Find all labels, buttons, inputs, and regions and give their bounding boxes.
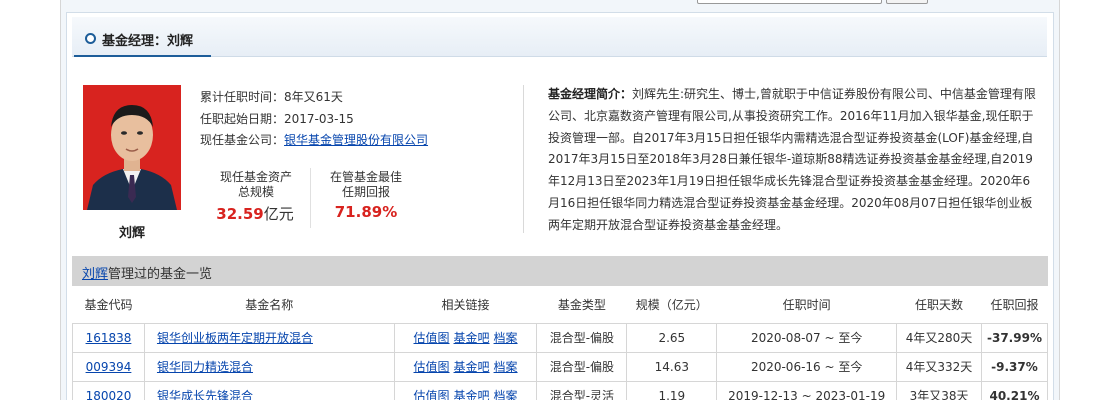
fund-code-link[interactable]: 161838	[86, 331, 132, 345]
manager-bio: 基金经理简介：刘辉先生:研究生、博士,曾就职于中信证券股份有限公司、中信基金管理…	[548, 84, 1040, 237]
tenure-days: 4年又332天	[896, 351, 982, 382]
tenure-row: 累计任职时间：8年又61天	[200, 88, 343, 105]
bio-text: 刘辉先生:研究生、博士,曾就职于中信证券股份有限公司、中信基金管理有限公司、北京…	[548, 87, 1036, 232]
aum-label-line1: 现任基金资产	[219, 170, 292, 184]
fund-size: 14.63	[626, 351, 718, 382]
fund-list-header-bar	[72, 256, 1048, 286]
column-header: 相关链接	[394, 287, 537, 323]
fund-type: 混合型-灵活	[536, 380, 628, 400]
bio-label: 基金经理简介：	[548, 87, 633, 101]
column-header: 基金类型	[536, 287, 627, 323]
column-header: 规模（亿元）	[626, 287, 717, 323]
aum-unit: 亿元	[263, 205, 294, 223]
fund-profile-link[interactable]: 档案	[494, 389, 518, 400]
valuation-chart-link[interactable]: 估值图	[414, 389, 450, 400]
tenure-period: 2019-12-13 ~ 2023-01-19	[716, 380, 898, 400]
manager-name-link[interactable]: 刘辉	[82, 267, 108, 282]
start-date-value: 2017-03-15	[284, 112, 354, 126]
fund-code-link[interactable]: 009394	[86, 360, 132, 374]
fund-type: 混合型-偏股	[536, 351, 628, 382]
column-header: 基金代码	[72, 287, 145, 323]
best-return-value: 71.89%	[334, 203, 398, 221]
fund-list-title: 刘辉管理过的基金一览	[82, 263, 212, 282]
column-header: 任职回报	[981, 287, 1048, 323]
fund-name-link[interactable]: 银华成长先锋混合	[157, 389, 253, 400]
table-row: 180020 银华成长先锋混合 估值图 基金吧 档案 混合型-灵活 1.19 201…	[72, 380, 1049, 400]
tenure-return: -37.99%	[980, 322, 1049, 353]
valuation-chart-link[interactable]: 估值图	[414, 331, 450, 345]
panel-header	[72, 17, 1047, 57]
company-link[interactable]: 银华基金管理股份有限公司	[284, 133, 428, 147]
top-search-input[interactable]	[697, 0, 882, 4]
aum-label-line2: 总规模	[237, 185, 274, 199]
fund-size: 2.65	[626, 322, 718, 353]
page-title: 基金经理：刘辉	[102, 34, 194, 49]
vertical-divider	[523, 85, 524, 233]
fund-type: 混合型-偏股	[536, 322, 628, 353]
title-underline	[74, 55, 211, 57]
fund-name-link[interactable]: 银华创业板两年定期开放混合	[157, 331, 313, 345]
fund-table: 基金代码 基金名称 相关链接 基金类型 规模（亿元） 任职时间 任职天数 任职回…	[72, 287, 1049, 400]
fund-profile-link[interactable]: 档案	[494, 360, 518, 374]
tenure-return: -9.37%	[980, 351, 1049, 382]
valuation-chart-link[interactable]: 估值图	[414, 360, 450, 374]
table-row: 009394 银华同力精选混合 估值图 基金吧 档案 混合型-偏股 14.63 20…	[72, 351, 1049, 382]
tenure-label: 累计任职时间：	[200, 90, 285, 104]
start-date-label: 任职起始日期：	[200, 112, 285, 126]
top-search-button[interactable]	[886, 0, 928, 4]
table-header-row: 基金代码 基金名称 相关链接 基金类型 规模（亿元） 任职时间 任职天数 任职回…	[72, 287, 1048, 323]
circle-bullet-icon	[85, 33, 96, 44]
best-label-line2: 任期回报	[341, 185, 390, 199]
tenure-period: 2020-06-16 ~ 至今	[716, 351, 898, 382]
tenure-value: 8年又61天	[284, 90, 343, 104]
company-label: 现任基金公司：	[200, 133, 285, 147]
best-label-line1: 在管基金最佳	[329, 170, 402, 184]
aum-number: 32.59	[216, 205, 264, 223]
fund-forum-link[interactable]: 基金吧	[454, 389, 490, 400]
start-date-row: 任职起始日期：2017-03-15	[200, 110, 354, 127]
fund-code-link[interactable]: 180020	[86, 389, 132, 400]
fund-size: 1.19	[626, 380, 718, 400]
tenure-return: 40.21%	[980, 380, 1049, 400]
manager-photo	[83, 85, 181, 210]
tenure-period: 2020-08-07 ~ 至今	[716, 322, 898, 353]
fund-forum-link[interactable]: 基金吧	[454, 360, 490, 374]
manager-name: 刘辉	[118, 226, 145, 241]
stat-divider	[310, 168, 311, 228]
company-row: 现任基金公司：银华基金管理股份有限公司	[200, 131, 428, 148]
column-header: 任职天数	[896, 287, 982, 323]
fund-forum-link[interactable]: 基金吧	[454, 331, 490, 345]
tenure-days: 3年又38天	[896, 380, 982, 400]
column-header: 任职时间	[716, 287, 897, 323]
fund-profile-link[interactable]: 档案	[494, 331, 518, 345]
aum-label: 现任基金资产 总规模	[211, 170, 301, 200]
best-return-label: 在管基金最佳 任期回报	[321, 170, 411, 200]
fund-name-link[interactable]: 银华同力精选混合	[157, 360, 253, 374]
aum-value: 32.59亿元	[205, 203, 305, 224]
tenure-days: 4年又280天	[896, 322, 982, 353]
column-header: 基金名称	[144, 287, 395, 323]
fund-list-title-suffix: 管理过的基金一览	[108, 267, 213, 282]
table-row: 161838 银华创业板两年定期开放混合 估值图 基金吧 档案 混合型-偏股 2.6…	[72, 322, 1049, 353]
